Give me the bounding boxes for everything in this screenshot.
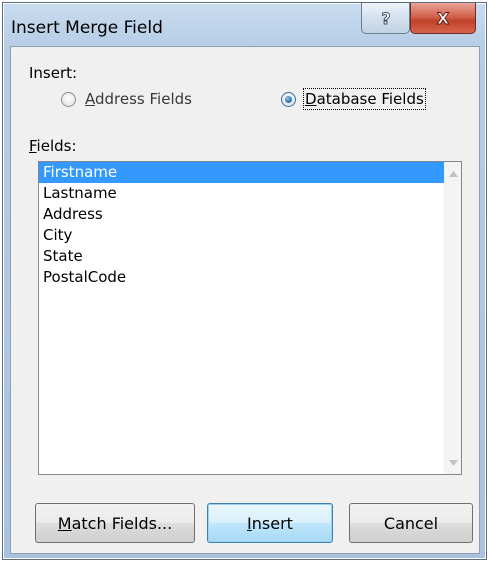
match-fields-button[interactable]: Match Fields... <box>35 503 195 543</box>
scroll-up-arrow-icon <box>449 170 458 177</box>
list-item-state[interactable]: State <box>39 246 461 267</box>
scroll-down-arrow-icon <box>449 459 458 466</box>
close-icon: X <box>436 9 450 27</box>
database-fields-label[interactable]: Database Fields <box>303 88 426 110</box>
help-button[interactable]: ? <box>361 3 410 34</box>
help-icon: ? <box>380 9 390 27</box>
list-item-lastname[interactable]: Lastname <box>39 183 461 204</box>
fields-label: Fields: <box>29 137 77 155</box>
list-item-firstname[interactable]: Firstname <box>39 162 444 183</box>
cancel-button[interactable]: Cancel <box>349 503 473 543</box>
insert-merge-field-dialog: Insert Merge Field ? X Insert: Address F… <box>2 2 487 560</box>
list-item-postalcode[interactable]: PostalCode <box>39 267 461 288</box>
list-item-address[interactable]: Address <box>39 204 461 225</box>
database-fields-radio-option[interactable]: Database Fields <box>281 88 426 110</box>
svg-text:X: X <box>437 9 450 27</box>
address-fields-radio-option[interactable]: Address Fields <box>61 90 192 108</box>
insert-group-label: Insert: <box>29 64 78 82</box>
scroll-up-button[interactable] <box>445 165 461 182</box>
scroll-down-button[interactable] <box>445 454 461 471</box>
address-fields-label[interactable]: Address Fields <box>85 90 192 108</box>
fields-scrollbar[interactable] <box>444 162 461 474</box>
fields-listbox[interactable]: Firstname Lastname Address City State Po… <box>38 161 462 475</box>
insert-button[interactable]: Insert <box>207 503 333 543</box>
dialog-body: Insert: Address Fields Database Fields F… <box>10 46 480 554</box>
window-title: Insert Merge Field <box>11 18 163 38</box>
svg-text:?: ? <box>381 9 390 27</box>
database-fields-radio[interactable] <box>281 91 296 107</box>
list-item-city[interactable]: City <box>39 225 461 246</box>
radio-selected-dot <box>285 95 292 103</box>
close-button[interactable]: X <box>410 3 476 34</box>
address-fields-radio[interactable] <box>61 91 76 107</box>
